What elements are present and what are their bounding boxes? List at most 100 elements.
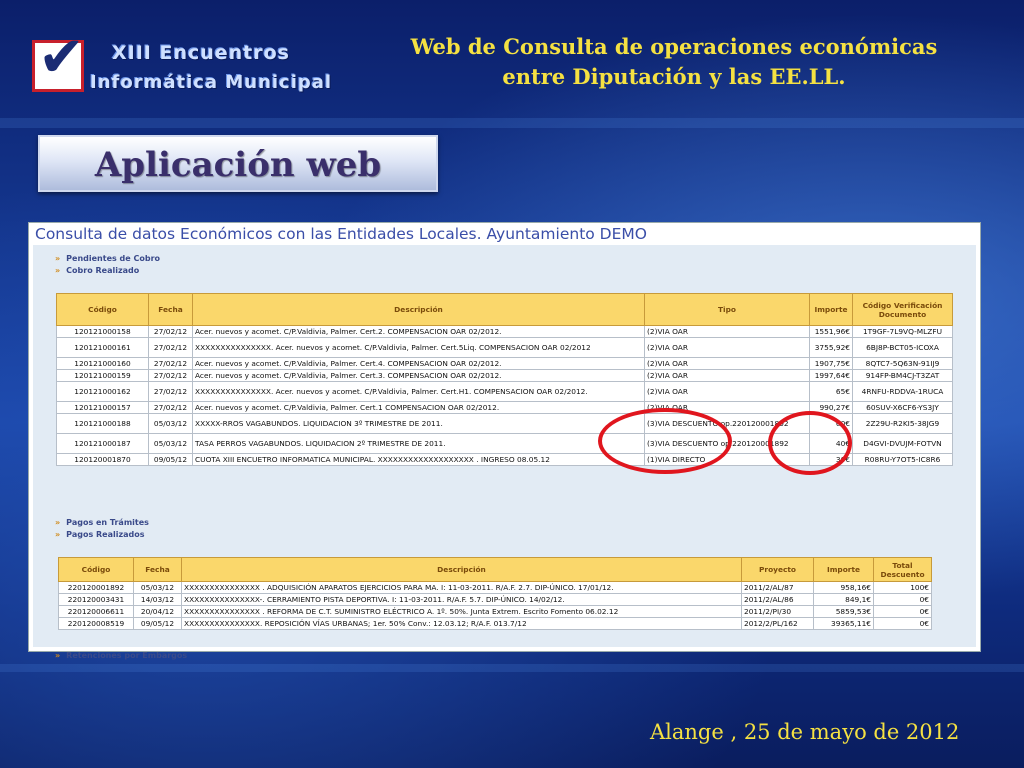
cell-importe: 5859,53€ xyxy=(813,605,874,618)
cell-importe: 958,16€ xyxy=(813,581,874,594)
cell-descripcion: XXXXX-RROS VAGABUNDOS. LIQUIDACION 3º TR… xyxy=(192,413,645,434)
cell-descripcion: Acer. nuevos y acomet. C/P.Valdivia, Pal… xyxy=(192,369,645,382)
nav-pendientes-cobro-label: Pendientes de Cobro xyxy=(66,254,161,263)
nav-retenciones[interactable]: » Retenciones por Embargos xyxy=(55,651,187,660)
cell-fecha: 14/03/12 xyxy=(133,593,182,606)
cell-cvd: 1T9GF-7L9VQ-MLZFU xyxy=(852,325,953,338)
cell-importe: 1907,75€ xyxy=(809,357,853,370)
chevron-right-icon: » xyxy=(55,651,61,660)
logo-line1: XIII Encuentros xyxy=(112,42,290,64)
cell-importe: 65€ xyxy=(809,381,853,402)
cell-fecha: 05/03/12 xyxy=(148,433,193,454)
cell-total-descuento: 0€ xyxy=(873,605,932,618)
cell-tipo: (2)VIA OAR xyxy=(644,337,810,358)
logo-line2: Informática Municipal xyxy=(90,72,333,93)
cell-cvd: R08RU-Y7OT5-IC8R6 xyxy=(852,453,953,466)
cell-cvd: 914FP-BM4CJ-T3ZAT xyxy=(852,369,953,382)
cell-codigo: 120121000159 xyxy=(56,369,149,382)
nav-cobro-realizado-label: Cobro Realizado xyxy=(66,266,140,275)
table-row[interactable]: 120121000161 27/02/12 XXXXXXXXXXXXXXX. Ace… xyxy=(56,337,953,358)
col-header-total-descuento[interactable]: Total Descuento xyxy=(873,557,932,582)
table-row[interactable]: 220120008519 09/05/12 XXXXXXXXXXXXXXX. REP… xyxy=(58,617,932,630)
cell-fecha: 05/03/12 xyxy=(148,413,193,434)
cell-tipo: (2)VIA OAR xyxy=(644,369,810,382)
cell-proyecto: 2011/2/PI/30 xyxy=(741,605,814,618)
chevron-right-icon: » xyxy=(55,254,61,263)
cell-total-descuento: 0€ xyxy=(873,617,932,630)
cell-fecha: 27/02/12 xyxy=(148,357,193,370)
cell-descripcion: TASA PERROS VAGABUNDOS. LIQUIDACION 2º T… xyxy=(192,433,645,454)
table-row[interactable]: 220120003431 14/03/12 XXXXXXXXXXXXXXX-. CE… xyxy=(58,593,932,606)
cell-descripcion: Acer. nuevos y acomet. C/P.Valdivia, Pal… xyxy=(192,325,645,338)
cell-proyecto: 2012/2/PL/162 xyxy=(741,617,814,630)
col-header-descripcion[interactable]: Descripción xyxy=(181,557,742,582)
cell-tipo: (2)VIA OAR xyxy=(644,381,810,402)
col-header-fecha[interactable]: Fecha xyxy=(148,293,193,326)
cell-codigo: 120121000188 xyxy=(56,413,149,434)
table-row[interactable]: 220120006611 20/04/12 XXXXXXXXXXXXXXX . RE… xyxy=(58,605,932,618)
cell-descripcion: CUOTA XIII ENCUETRO INFORMATICA MUNICIPA… xyxy=(192,453,645,466)
cell-importe: 1551,96€ xyxy=(809,325,853,338)
cell-descripcion: XXXXXXXXXXXXXXX-. CERRAMIENTO PISTA DEPO… xyxy=(181,593,742,606)
cell-cvd: 6BJ8P-BCT05-ICOXA xyxy=(852,337,953,358)
nav-cobro-realizado[interactable]: » Cobro Realizado xyxy=(55,266,139,275)
cell-importe: 849,1€ xyxy=(813,593,874,606)
cell-fecha: 27/02/12 xyxy=(148,381,193,402)
col-header-codigo[interactable]: Código xyxy=(56,293,149,326)
col-header-tipo[interactable]: Tipo xyxy=(644,293,810,326)
cell-codigo: 220120008519 xyxy=(58,617,134,630)
cell-descripcion: XXXXXXXXXXXXXXX. REPOSICIÓN VÍAS URBANAS… xyxy=(181,617,742,630)
col-header-codigo[interactable]: Código xyxy=(58,557,134,582)
background-streak xyxy=(0,664,1024,672)
checkmark-icon: ✔ xyxy=(38,25,85,90)
chevron-right-icon: » xyxy=(55,530,61,539)
cell-codigo: 120121000162 xyxy=(56,381,149,402)
cell-fecha: 20/04/12 xyxy=(133,605,182,618)
cell-fecha: 09/05/12 xyxy=(133,617,182,630)
app-title: Consulta de datos Económicos con las Ent… xyxy=(35,225,647,243)
cell-total-descuento: 0€ xyxy=(873,593,932,606)
col-header-fecha[interactable]: Fecha xyxy=(133,557,182,582)
table-row[interactable]: 120121000159 27/02/12 Acer. nuevos y acome… xyxy=(56,369,953,382)
logo: ✔ XIII Encuentros Informática Municipal xyxy=(32,30,331,100)
cell-total-descuento: 100€ xyxy=(873,581,932,594)
cell-proyecto: 2011/2/AL/87 xyxy=(741,581,814,594)
cell-importe: 1997,64€ xyxy=(809,369,853,382)
cell-descripcion: XXXXXXXXXXXXXXX . ADQUISICIÓN APARATOS E… xyxy=(181,581,742,594)
cell-descripcion: XXXXXXXXXXXXXXX. Acer. nuevos y acomet. … xyxy=(192,381,645,402)
section-banner-label: Aplicación web xyxy=(94,145,382,185)
chevron-right-icon: » xyxy=(55,518,61,527)
cell-importe: 39365,11€ xyxy=(813,617,874,630)
cell-codigo: 220120003431 xyxy=(58,593,134,606)
cell-cvd: 2Z29U-R2KI5-38JG9 xyxy=(852,413,953,434)
slide-title-line2: entre Diputación y las EE.LL. xyxy=(502,64,846,89)
chevron-right-icon: » xyxy=(55,266,61,275)
cell-cvd: D4GVI-DVUJM-FOTVN xyxy=(852,433,953,454)
col-header-cvd[interactable]: Código Verificación Documento xyxy=(852,293,953,326)
col-header-proyecto[interactable]: Proyecto xyxy=(741,557,814,582)
cell-descripcion: Acer. nuevos y acomet. C/P.Valdivia, Pal… xyxy=(192,357,645,370)
cell-codigo: 120121000160 xyxy=(56,357,149,370)
cell-tipo: (2)VIA OAR xyxy=(644,325,810,338)
nav-pagos-tramites-label: Pagos en Trámites xyxy=(66,518,149,527)
section-banner: Aplicación web xyxy=(38,135,438,192)
table-row[interactable]: 120121000158 27/02/12 Acer. nuevos y acome… xyxy=(56,325,953,338)
cell-fecha: 27/02/12 xyxy=(148,401,193,414)
cell-codigo: 120121000157 xyxy=(56,401,149,414)
cell-descripcion: XXXXXXXXXXXXXXX . REFORMA DE C.T. SUMINI… xyxy=(181,605,742,618)
col-header-descripcion[interactable]: Descripción xyxy=(192,293,645,326)
table-row[interactable]: 220120001892 05/03/12 XXXXXXXXXXXXXXX . AD… xyxy=(58,581,932,594)
annotation-circle-tipo xyxy=(598,408,732,474)
cell-codigo: 120120001870 xyxy=(56,453,149,466)
annotation-circle-importe xyxy=(768,411,852,475)
table-row[interactable]: 120121000160 27/02/12 Acer. nuevos y acome… xyxy=(56,357,953,370)
table-row[interactable]: 120121000162 27/02/12 XXXXXXXXXXXXXXX. Ace… xyxy=(56,381,953,402)
nav-pendientes-cobro[interactable]: » Pendientes de Cobro xyxy=(55,254,160,263)
cell-codigo: 120121000187 xyxy=(56,433,149,454)
nav-pagos-realizados[interactable]: » Pagos Realizados xyxy=(55,530,145,539)
nav-pagos-tramites[interactable]: » Pagos en Trámites xyxy=(55,518,149,527)
col-header-importe[interactable]: Importe xyxy=(809,293,853,326)
slide-title-line1: Web de Consulta de operaciones económica… xyxy=(410,34,938,59)
cell-codigo: 120121000158 xyxy=(56,325,149,338)
col-header-importe[interactable]: Importe xyxy=(813,557,874,582)
